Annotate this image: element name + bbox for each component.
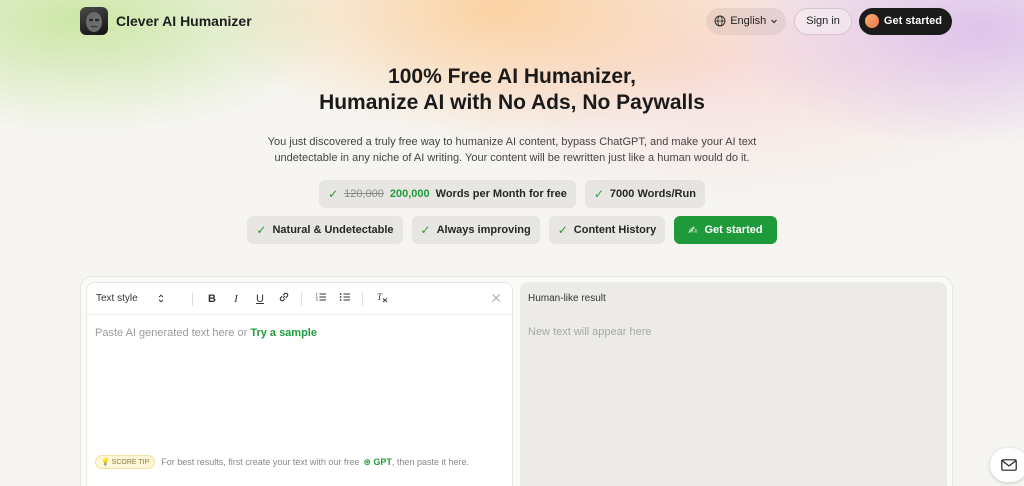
score-tip-badge-label: SCORE TIP [111,459,150,466]
brand-name[interactable]: Clever AI Humanizer [116,13,252,29]
brand-logo[interactable] [80,7,108,35]
check-icon: ✓ [256,223,267,237]
get-started-label: Get started [883,15,942,27]
bold-icon[interactable]: B [201,293,223,305]
try-sample-link[interactable]: Try a sample [250,327,317,339]
text-style-select[interactable]: Text style [96,293,186,304]
hero-title-line1: 100% Free AI Humanizer, [388,65,636,88]
underline-icon[interactable]: U [249,293,271,305]
bullet-list-glyph [339,293,350,301]
svg-text:T: T [377,292,383,302]
get-started-icon [864,14,879,28]
new-word-limit: 200,000 [389,188,430,200]
natural-label: Natural & Undetectable [272,224,394,236]
toolbar-separator [362,291,363,306]
check-icon: ✓ [557,223,568,237]
svg-text:3: 3 [316,298,318,302]
score-tip-text-pre: For best results, first create your text… [161,457,360,467]
chip-always-improving: ✓ Always improving [411,216,540,244]
old-word-limit: 120,000 [344,188,384,200]
writing-hand-icon: ✍ [688,224,698,237]
toolbar-separator [192,291,193,306]
page: Clever AI Humanizer English Sign in Get … [0,0,1024,486]
link-glyph [279,292,289,302]
bullet-list-icon[interactable] [334,291,356,306]
placeholder-text: Paste AI generated text here or [95,327,248,339]
chevron-down-icon [771,19,778,24]
ordered-list-icon[interactable]: 1 2 3 [310,291,332,306]
link-icon[interactable] [273,291,295,306]
contact-mail-button[interactable] [990,448,1024,482]
globe-icon [714,15,726,27]
select-arrows-icon [158,294,164,303]
input-placeholder[interactable]: Paste AI generated text here or Try a sa… [95,327,317,339]
chip-words-per-month: ✓ 120,000 200,000 Words per Month for fr… [319,180,576,208]
chip-natural: ✓ Natural & Undetectable [247,216,403,244]
feature-chips-row-2: ✓ Natural & Undetectable ✓ Always improv… [0,216,1024,244]
score-tip-text-post: , then paste it here. [391,457,469,467]
output-panel: Human-like result New text will appear h… [520,282,947,486]
score-tip-badge: 💡 SCORE TIP [95,455,156,469]
improving-label: Always improving [436,224,531,236]
output-placeholder: New text will appear here [528,326,652,338]
text-style-label: Text style [96,293,138,304]
cta-label: Get started [704,224,763,236]
clear-format-glyph: T [377,292,388,303]
hero-subtitle-line2: undetectable in any niche of AI writing.… [274,152,750,164]
sign-in-button[interactable]: Sign in [794,7,852,35]
language-selector[interactable]: English [706,7,787,35]
robot-face-icon [86,12,102,32]
output-title: Human-like result [528,293,606,304]
gpt-link[interactable]: ⊛ GPT [363,457,392,468]
hero-subtitle-line1: You just discovered a truly free way to … [267,136,757,148]
chip-content-history: ✓ Content History [548,216,666,244]
ordered-list-glyph: 1 2 3 [316,292,326,302]
hero-subtitle: You just discovered a truly free way to … [0,134,1024,166]
language-label: English [730,15,767,27]
mail-icon [1001,459,1017,471]
italic-icon[interactable]: I [225,293,247,305]
get-started-button-hero[interactable]: ✍ Get started [674,216,777,244]
chip-words-per-run: ✓ 7000 Words/Run [584,180,705,208]
close-icon[interactable]: ✕ [490,290,502,307]
score-tip-row: 💡 SCORE TIP For best results, first crea… [95,455,469,469]
input-editor[interactable]: Text style B I U 1 2 3 T ✕ Paste AI gene… [86,282,513,486]
hero-title: 100% Free AI Humanizer, Humanize AI with… [0,64,1024,116]
check-icon: ✓ [420,223,431,237]
top-nav: Clever AI Humanizer English Sign in Get … [80,6,952,36]
gpt-link-label: GPT [373,456,392,467]
clear-format-icon[interactable]: T [371,291,393,306]
history-label: Content History [573,224,657,236]
toolbar-separator [301,291,302,306]
words-per-run-label: 7000 Words/Run [609,188,696,200]
check-icon: ✓ [593,187,604,201]
check-icon: ✓ [328,187,339,201]
words-per-month-label: Words per Month for free [435,188,567,200]
feature-chips-row-1: ✓ 120,000 200,000 Words per Month for fr… [0,180,1024,208]
editor-toolbar: Text style B I U 1 2 3 T ✕ [87,283,512,315]
hero-title-line2: Humanize AI with No Ads, No Paywalls [319,91,705,114]
get-started-button-header[interactable]: Get started [858,7,952,35]
